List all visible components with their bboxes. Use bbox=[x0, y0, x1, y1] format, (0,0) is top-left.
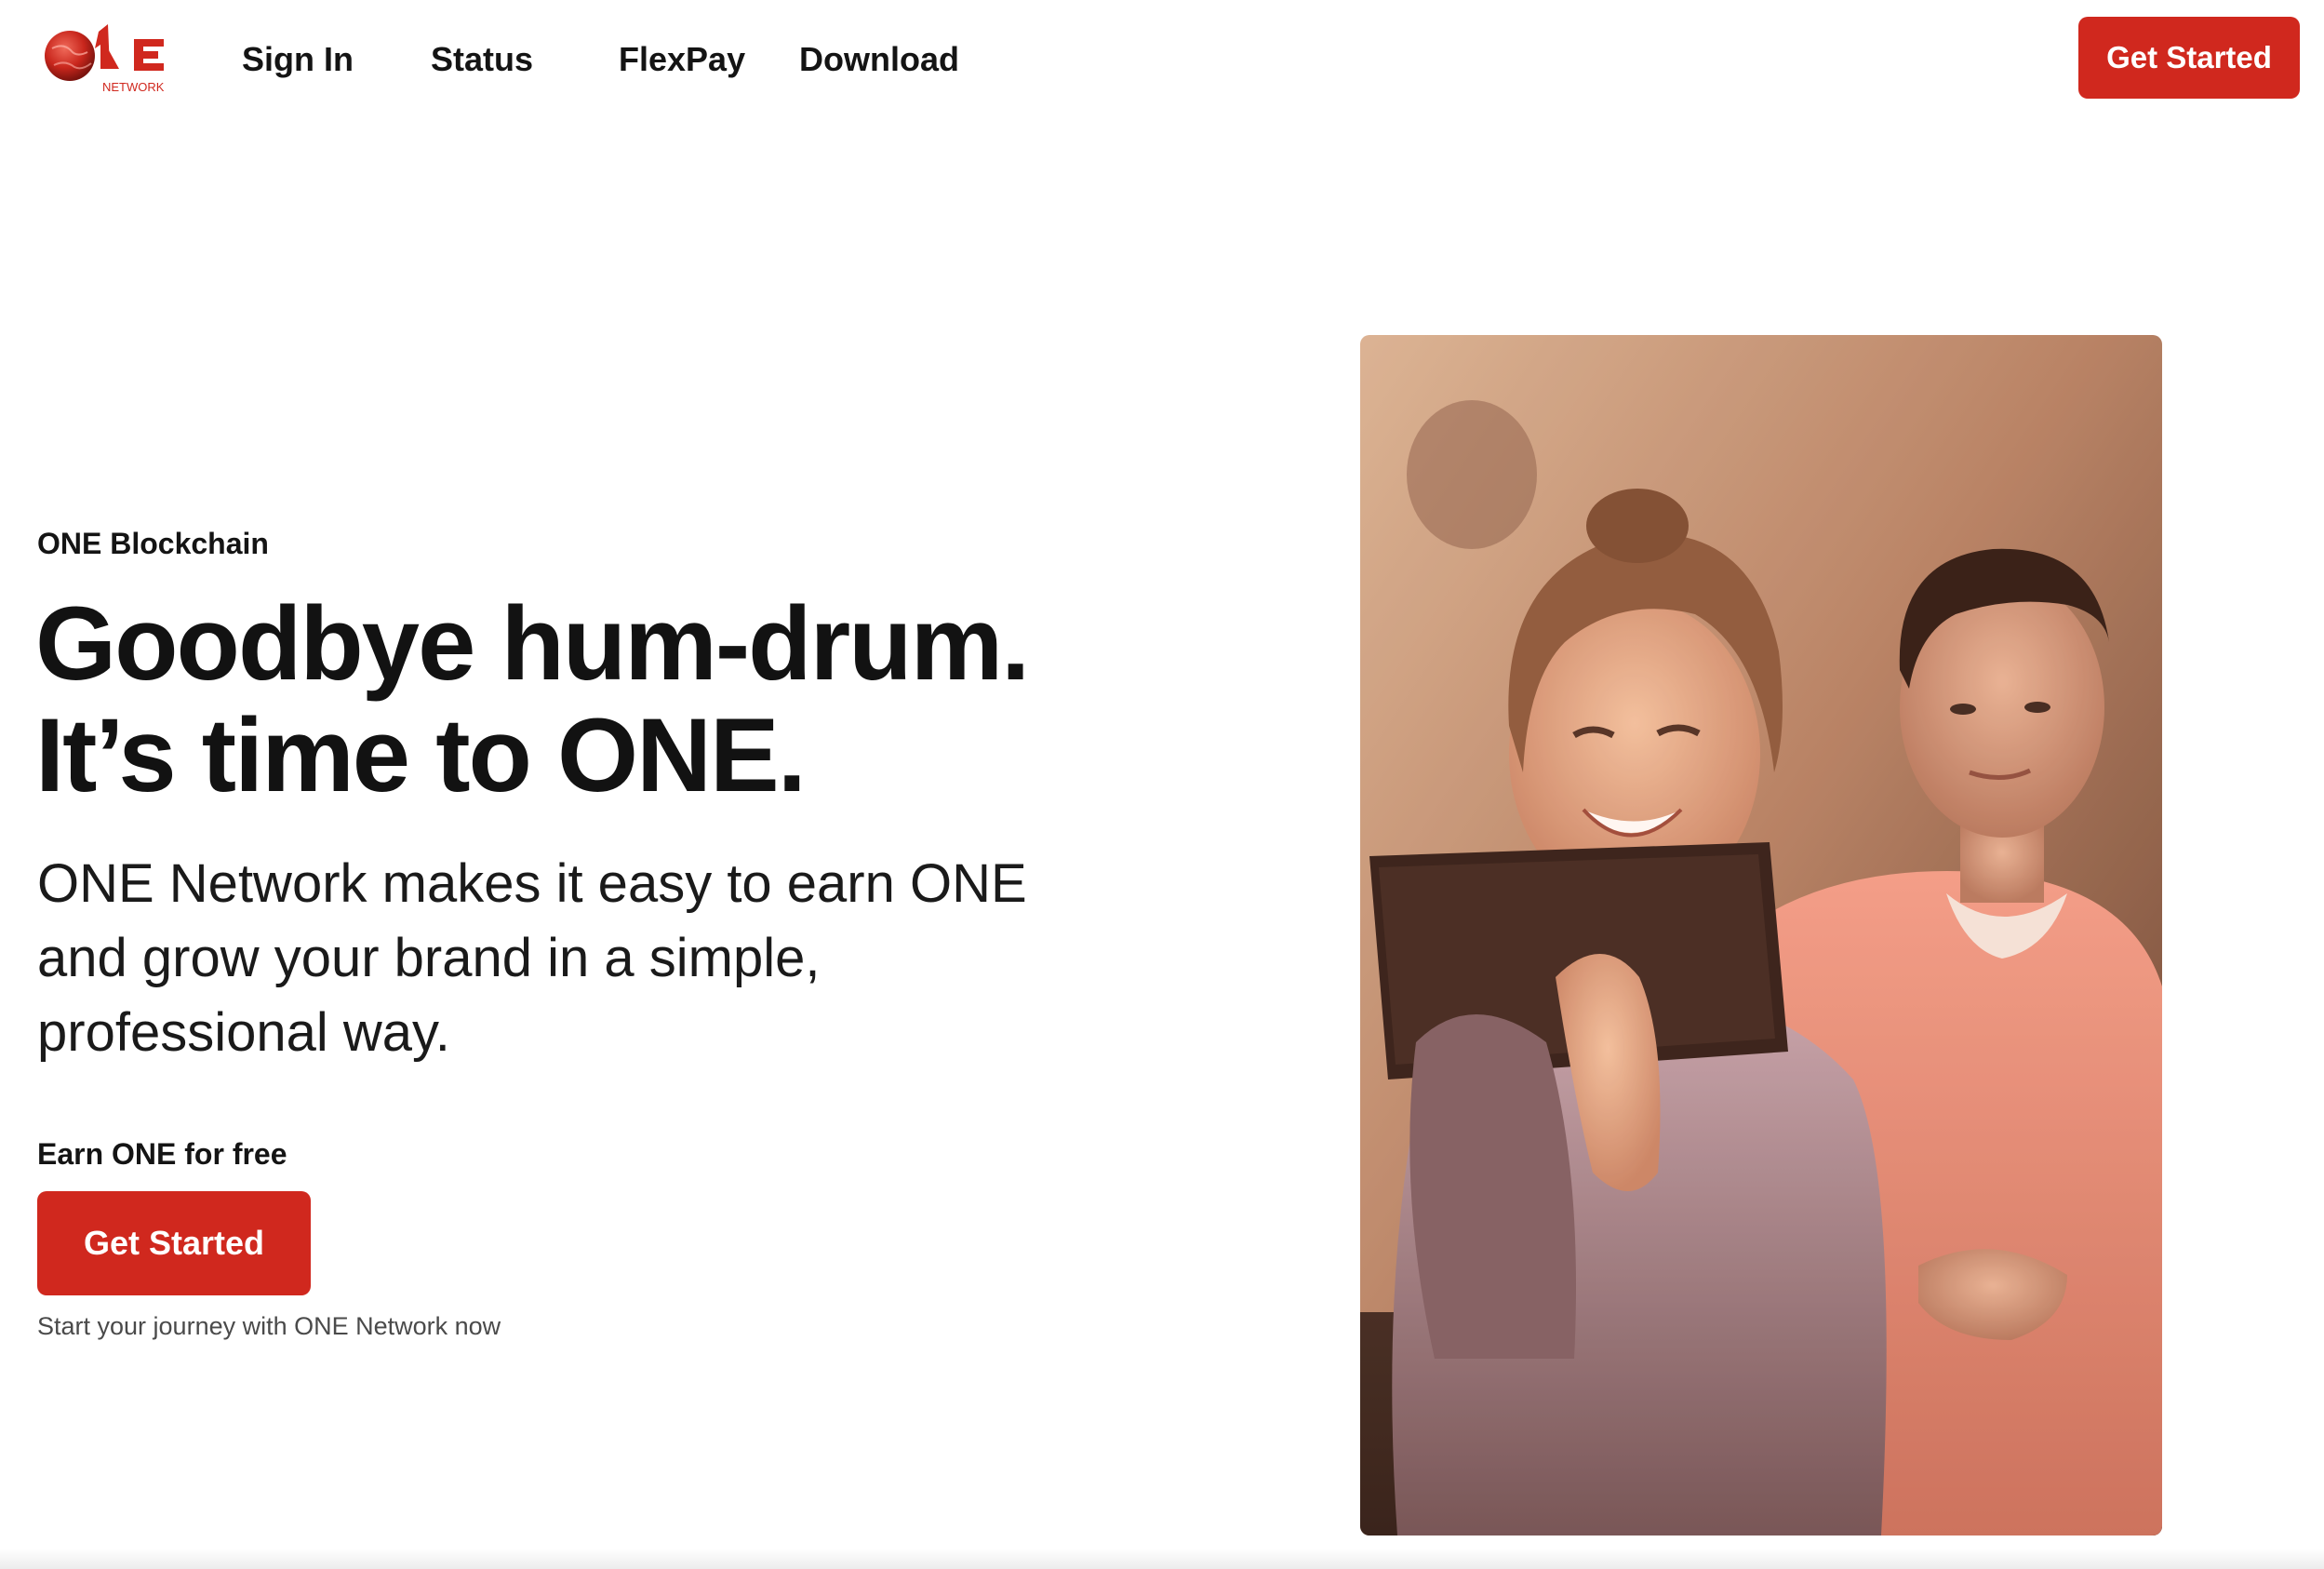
nav-download[interactable]: Download bbox=[799, 35, 959, 84]
headline-line-1: Goodbye hum-drum. bbox=[35, 585, 1030, 702]
header-get-started-button[interactable]: Get Started bbox=[2078, 17, 2300, 99]
nav-sign-in[interactable]: Sign In bbox=[242, 35, 354, 84]
bottom-divider bbox=[0, 1549, 2324, 1569]
hero-description: ONE Network makes it easy to earn ONE an… bbox=[37, 853, 1027, 1063]
one-network-logo[interactable]: ONE NETWORK bbox=[43, 17, 173, 97]
headline-line-2: It’s time to ONE. bbox=[35, 697, 807, 813]
couple-with-tablet-image bbox=[1360, 335, 2162, 1535]
hero-get-started-button[interactable]: Get Started bbox=[37, 1191, 311, 1295]
hero-photo bbox=[1360, 335, 2162, 1535]
earn-label: Earn ONE for free bbox=[37, 1137, 287, 1171]
nav-status[interactable]: Status bbox=[431, 35, 533, 84]
site-header: ONE NETWORK Sign In Status FlexPay Downl… bbox=[0, 0, 2324, 119]
hero-eyebrow: ONE Blockchain bbox=[37, 527, 269, 560]
hero-headline: Goodbye hum-drum. It’s time to ONE. bbox=[35, 588, 1152, 811]
hero-subnote: Start your journey with ONE Network now bbox=[37, 1312, 501, 1340]
logo-subtext: NETWORK bbox=[102, 80, 165, 94]
landing-page: ONE NETWORK Sign In Status FlexPay Downl… bbox=[0, 0, 2324, 1569]
nav-flexpay[interactable]: FlexPay bbox=[619, 35, 745, 84]
